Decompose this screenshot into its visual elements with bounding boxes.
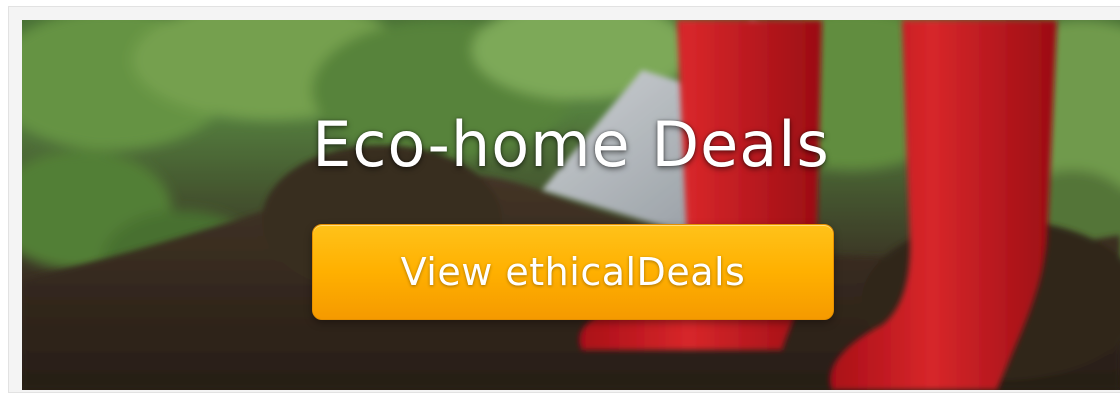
garden-background-image <box>22 20 1120 390</box>
banner-headline: Eco-home Deals <box>312 108 830 181</box>
eco-home-deals-banner[interactable]: Eco-home Deals View ethicalDeals <box>22 20 1120 390</box>
view-ethical-deals-button[interactable]: View ethicalDeals <box>312 224 834 320</box>
cta-button-label: View ethicalDeals <box>400 250 746 294</box>
